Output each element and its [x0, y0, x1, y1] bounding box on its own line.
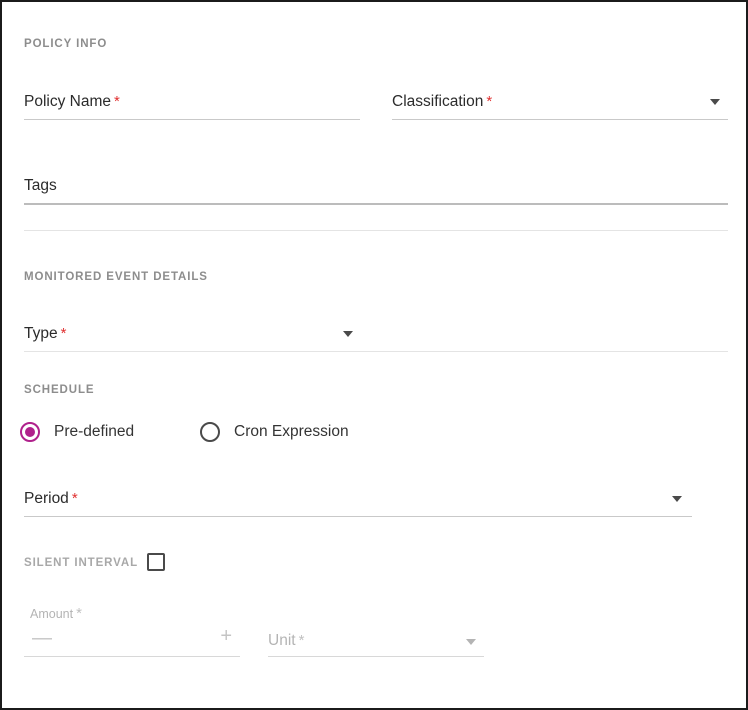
period-field[interactable]: Period* — [24, 477, 692, 517]
tags-label-text: Tags — [24, 177, 57, 194]
classification-field[interactable]: Classification* — [392, 80, 728, 120]
radio-label-pre-defined: Pre-defined — [54, 423, 134, 441]
radio-selected-icon[interactable] — [20, 422, 40, 442]
tags-label: Tags — [24, 177, 57, 195]
policy-form-body: POLICY INFO Policy Name* Classification*… — [2, 2, 746, 708]
chevron-down-icon[interactable] — [466, 639, 476, 645]
chevron-down-icon[interactable] — [672, 496, 682, 502]
radio-dot — [25, 427, 35, 437]
amount-required-marker: * — [76, 605, 82, 622]
amount-underline — [24, 656, 240, 657]
policy-name-underline — [24, 119, 360, 120]
section-heading-monitored-event-details: MONITORED EVENT DETAILS — [24, 271, 208, 283]
type-field[interactable]: Type* — [24, 312, 360, 352]
tags-underline — [24, 203, 728, 205]
period-label-text: Period — [24, 490, 69, 507]
section-heading-silent-interval: SILENT INTERVAL — [24, 557, 138, 569]
tags-field[interactable]: Tags — [24, 167, 728, 205]
period-required-marker: * — [72, 490, 78, 507]
amount-field[interactable]: — + — [24, 624, 240, 657]
type-required-marker: * — [61, 325, 67, 342]
unit-field[interactable]: Unit* — [268, 624, 484, 657]
policy-form-panel: POLICY INFO Policy Name* Classification*… — [0, 0, 748, 710]
classification-required-marker: * — [486, 93, 492, 110]
policy-name-required-marker: * — [114, 93, 120, 110]
policy-info-divider — [24, 230, 728, 231]
monitored-event-divider — [24, 351, 728, 352]
type-label: Type* — [24, 325, 66, 343]
amount-label: Amount* — [30, 605, 82, 622]
radio-unselected-icon[interactable] — [200, 422, 220, 442]
minus-icon[interactable]: — — [32, 628, 52, 648]
radio-option-pre-defined[interactable]: Pre-defined — [20, 422, 134, 442]
policy-name-label: Policy Name* — [24, 93, 120, 111]
section-heading-policy-info: POLICY INFO — [24, 38, 107, 50]
unit-label: Unit* — [268, 632, 304, 650]
period-underline — [24, 516, 692, 517]
section-heading-schedule: SCHEDULE — [24, 384, 94, 396]
policy-name-field[interactable]: Policy Name* — [24, 80, 360, 120]
radio-label-cron-expression: Cron Expression — [234, 423, 349, 441]
silent-interval-checkbox[interactable] — [147, 553, 165, 571]
unit-label-text: Unit — [268, 632, 296, 649]
type-label-text: Type — [24, 325, 58, 342]
period-label: Period* — [24, 490, 78, 508]
classification-label: Classification* — [392, 93, 492, 111]
chevron-down-icon[interactable] — [343, 331, 353, 337]
chevron-down-icon[interactable] — [710, 99, 720, 105]
classification-label-text: Classification — [392, 93, 483, 110]
policy-name-label-text: Policy Name — [24, 93, 111, 110]
unit-underline — [268, 656, 484, 657]
amount-label-text: Amount — [30, 607, 73, 621]
plus-icon[interactable]: + — [220, 626, 232, 646]
unit-required-marker: * — [299, 632, 305, 649]
classification-underline — [392, 119, 728, 120]
radio-option-cron-expression[interactable]: Cron Expression — [200, 422, 349, 442]
